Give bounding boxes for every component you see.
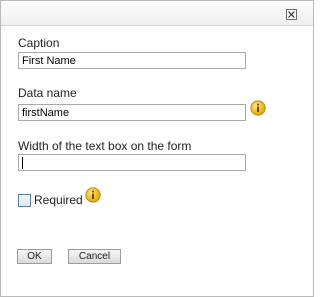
close-button[interactable]	[286, 9, 297, 20]
caption-input[interactable]	[18, 52, 246, 69]
field-properties-dialog: Caption Data name Width of the text box …	[0, 0, 314, 297]
data-name-label: Data name	[18, 86, 77, 100]
data-name-info-icon[interactable]	[250, 100, 266, 116]
ok-button[interactable]: OK	[17, 249, 52, 264]
width-label: Width of the text box on the form	[18, 139, 192, 153]
required-info-icon[interactable]	[85, 187, 101, 203]
data-name-input[interactable]	[18, 104, 246, 121]
close-icon	[288, 11, 295, 18]
dialog-titlebar	[1, 1, 313, 26]
required-checkbox[interactable]	[18, 194, 31, 207]
text-caret	[22, 157, 23, 169]
width-input[interactable]	[18, 154, 246, 171]
caption-label: Caption	[18, 36, 60, 50]
cancel-button[interactable]: Cancel	[68, 249, 121, 264]
required-label[interactable]: Required	[34, 193, 83, 207]
